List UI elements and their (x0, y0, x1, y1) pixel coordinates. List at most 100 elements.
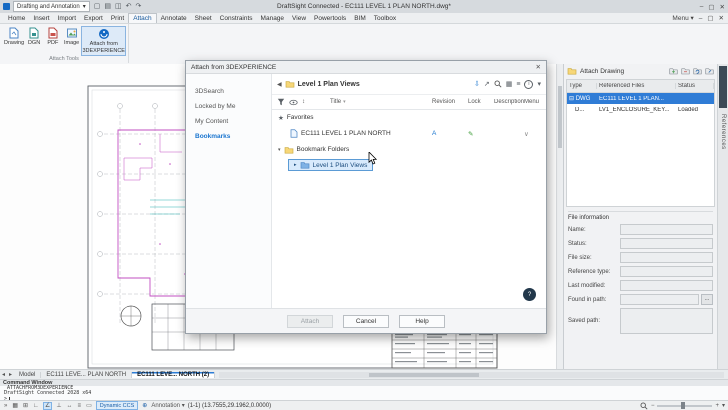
column-title[interactable]: Title ▾ (330, 99, 432, 105)
file-row[interactable]: EC111 LEVEL 1 PLAN NORTH A ✎ ∨ (272, 125, 546, 142)
reference-type-field[interactable] (620, 266, 713, 277)
column-revision[interactable]: Revision (432, 99, 468, 105)
tab-annotate[interactable]: Annotate (157, 14, 191, 23)
zoom-in-icon[interactable]: + (715, 403, 719, 409)
attach-button[interactable]: Attach (287, 315, 333, 328)
help-button[interactable]: Help (399, 315, 445, 328)
redo-icon[interactable]: ↷ (135, 3, 141, 10)
ribbon-button-pdf[interactable]: PDF (44, 26, 62, 46)
ribbon-button-dgn[interactable]: DGN (25, 26, 43, 46)
list-view-icon[interactable]: ≡ (516, 81, 520, 88)
polar-toggle-icon[interactable]: ∠ (43, 402, 52, 410)
status-options-icon[interactable]: ▾ (722, 402, 725, 409)
dialog-close-icon[interactable]: ✕ (536, 63, 541, 71)
expand-icon[interactable]: ▸ (294, 162, 297, 168)
attach-file-icon[interactable] (669, 67, 678, 75)
dialog-title-bar[interactable]: Attach from 3DEXPERIENCE ✕ (186, 61, 546, 74)
lineweight-toggle-icon[interactable]: ≡ (77, 403, 83, 409)
sidebar-item-locked-by-me[interactable]: Locked by Me (186, 99, 271, 114)
tab-export[interactable]: Export (80, 14, 107, 23)
saved-path-field[interactable] (620, 308, 713, 334)
sheet-tab-plan-north[interactable]: EC111 LEVE... PLAN NORTH (41, 372, 132, 378)
vertical-scrollbar-thumb[interactable] (558, 86, 562, 148)
share-icon[interactable]: ↗ (484, 80, 490, 88)
favorites-group-row[interactable]: ★ Favorites (272, 110, 546, 125)
found-in-path-field[interactable] (620, 294, 699, 305)
cancel-button[interactable]: Cancel (343, 315, 389, 328)
row-menu-icon[interactable]: ∨ (524, 131, 529, 138)
minimize-icon[interactable]: – (700, 3, 704, 11)
tab-bim[interactable]: BIM (350, 14, 370, 23)
undo-icon[interactable]: ↶ (126, 3, 132, 10)
collapse-icon[interactable]: ▾ (278, 147, 281, 153)
detach-file-icon[interactable] (681, 67, 690, 75)
tab-powertools[interactable]: Powertools (310, 14, 350, 23)
sidebar-item-bookmarks[interactable]: Bookmarks (186, 129, 271, 144)
save-icon[interactable]: ◫ (115, 3, 122, 10)
doc-restore-icon[interactable]: ▢ (707, 14, 713, 22)
tab-view[interactable]: View (288, 14, 310, 23)
reference-row-selected[interactable]: ⊟ DWG EC111 LEVEL 1 PLAN... (567, 93, 714, 104)
column-lock[interactable]: Lock (468, 99, 494, 105)
filter-icon[interactable] (277, 98, 285, 106)
import-icon[interactable]: ⇩ (474, 80, 480, 88)
vertical-scrollbar[interactable] (556, 64, 563, 369)
open-reference-icon[interactable] (705, 67, 714, 75)
qinput-toggle-icon[interactable]: ▭ (85, 403, 93, 409)
sheet-tab-plan-north-2[interactable]: EC111 LEVE... NORTH (2) (132, 372, 215, 378)
last-modified-field[interactable] (620, 280, 713, 291)
info-icon[interactable]: i (524, 80, 533, 89)
tab-home[interactable]: Home (4, 14, 29, 23)
back-icon[interactable]: ◀ (277, 81, 282, 88)
visibility-icon[interactable] (289, 99, 298, 106)
esnap-toggle-icon[interactable]: ⊥ (55, 403, 62, 409)
sheet-nav-prev-icon[interactable]: ◂ (0, 371, 7, 378)
column-status[interactable]: Status (676, 83, 714, 89)
file-size-field[interactable] (620, 252, 713, 263)
sheet-tab-model[interactable]: Model (14, 372, 41, 378)
tab-import[interactable]: Import (54, 14, 80, 23)
reload-reference-icon[interactable] (693, 67, 702, 75)
annotation-dropdown[interactable]: Annotation ▾ (151, 402, 184, 409)
edit-pencil-icon[interactable]: ✎ (468, 131, 473, 138)
column-referenced-files[interactable]: Referenced Files (597, 83, 676, 89)
ribbon-button-drawing[interactable]: Drawing (4, 26, 24, 46)
workspace-dropdown[interactable]: Drafting and Annotation ▾ (13, 1, 90, 12)
new-file-icon[interactable]: ▢ (94, 3, 101, 10)
references-tab[interactable]: References (720, 114, 726, 150)
menu-dropdown[interactable]: Menu ▾ (672, 14, 693, 22)
open-file-icon[interactable]: ▤ (104, 3, 111, 10)
compass-help-button[interactable]: ? (523, 288, 536, 301)
doc-minimize-icon[interactable]: – (699, 15, 703, 22)
grid-view-icon[interactable]: ▦ (506, 80, 513, 88)
tab-constraints[interactable]: Constraints (216, 14, 257, 23)
zoom-slider-thumb[interactable] (681, 402, 685, 409)
column-menu[interactable]: Menu (524, 99, 546, 105)
ribbon-button-image[interactable]: Image (63, 26, 81, 46)
annotation-scale-icon[interactable]: ⊕ (141, 403, 148, 409)
horizontal-scrollbar[interactable] (219, 372, 724, 378)
bookmark-folders-row[interactable]: ▾ Bookmark Folders (272, 142, 546, 157)
column-description[interactable]: Description (494, 99, 524, 105)
status-field[interactable] (620, 238, 713, 249)
tab-sheet[interactable]: Sheet (191, 14, 216, 23)
doc-close-icon[interactable]: ✕ (719, 14, 724, 22)
tab-manage[interactable]: Manage (257, 14, 289, 23)
selected-folder-node[interactable]: ▸ Level 1 Plan Views (288, 159, 373, 171)
tab-toolbox[interactable]: Toolbox (370, 14, 400, 23)
etrack-toggle-icon[interactable]: ↔ (66, 403, 74, 409)
more-options-icon[interactable]: ▾ (537, 80, 541, 88)
maximize-icon[interactable]: ▢ (708, 3, 714, 11)
sidebar-item-3dsearch[interactable]: 3DSearch (186, 84, 271, 99)
tree-collapse-icon[interactable]: ⊟ (569, 96, 574, 102)
active-palette-tab[interactable] (719, 66, 727, 108)
reference-row-child[interactable]: D... LV1_ENCLOSURE_KEY... Loaded (567, 104, 714, 115)
name-field[interactable] (620, 224, 713, 235)
sidebar-item-my-content[interactable]: My Content (186, 114, 271, 129)
browse-button[interactable]: ... (701, 294, 713, 305)
tab-print[interactable]: Print (107, 14, 128, 23)
snap-toggle-icon[interactable]: ⊞ (22, 403, 29, 409)
folder-child-row[interactable]: ▸ Level 1 Plan Views (272, 157, 546, 173)
column-type[interactable]: Type (567, 83, 597, 89)
sort-icon[interactable]: ↕ (302, 99, 305, 105)
